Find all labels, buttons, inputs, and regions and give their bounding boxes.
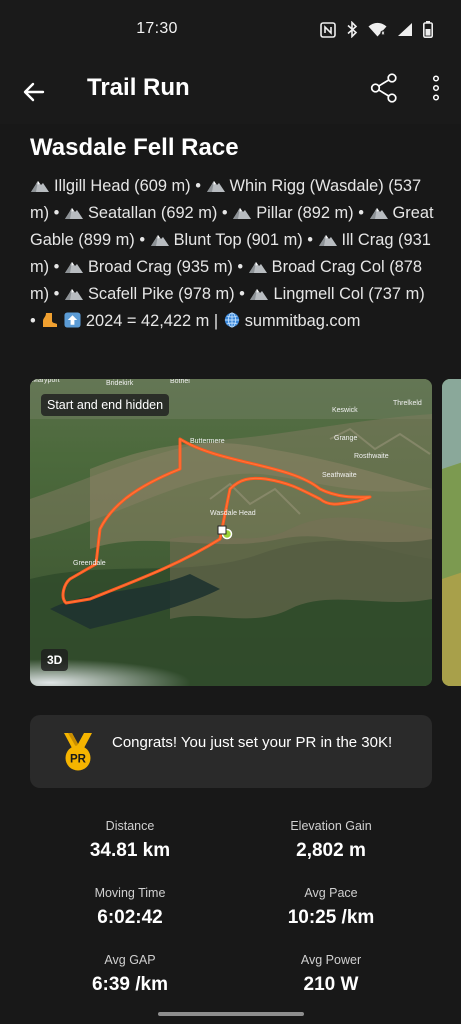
status-time: 17:30 <box>136 20 178 37</box>
place-label: Maryport <box>32 379 60 384</box>
description-segment: summitbag.com <box>223 312 361 330</box>
stat-value: 6:39 /km <box>91 974 169 995</box>
battery-icon <box>423 21 433 38</box>
3d-button[interactable]: 3D <box>41 649 69 671</box>
description-text: Illgill Head (609 m) • <box>54 177 206 195</box>
stat-label: Distance <box>105 819 155 833</box>
nfc-icon <box>320 21 336 38</box>
stat-value: 210 W <box>303 974 359 995</box>
stat-label: Elevation Gain <box>290 819 372 833</box>
description-text: Seatallan (692 m) • <box>87 204 233 222</box>
signal-icon <box>397 22 413 37</box>
description-segment: Broad Crag (935 m) • <box>64 258 248 276</box>
description-text: Scafell Pike (978 m) • <box>87 285 250 303</box>
description-text: Broad Crag (935 m) • <box>87 258 248 276</box>
mountain-icon <box>64 285 88 303</box>
activity-description: Illgill Head (609 m) • Whin Rigg (Wasdal… <box>30 173 434 335</box>
stat-value: 10:25 /km <box>287 907 375 928</box>
mountain-icon <box>232 204 256 222</box>
stat-elevation-gain: Elevation Gain 2,802 m <box>231 819 431 862</box>
description-segment: Pillar (892 m) • <box>232 204 368 222</box>
description-text: 2024 = 42,422 m | <box>81 312 223 330</box>
status-bar: 17:30 <box>0 0 461 60</box>
mountain-icon <box>248 258 272 276</box>
svg-text:Buttermere: Buttermere <box>190 438 225 445</box>
stat-label: Avg Power <box>300 953 362 967</box>
stat-moving-time: Moving Time 6:02:42 <box>30 886 230 929</box>
svg-text:PR: PR <box>70 754 87 766</box>
activity-title: Wasdale Fell Race <box>30 134 239 161</box>
description-text: Blunt Top (901 m) • <box>173 231 318 249</box>
description-segment: 2024 = 42,422 m | <box>40 312 222 330</box>
more-options-button[interactable] <box>416 68 456 108</box>
map-terrain: Maryport Bridekirk Bothel Threlkeld Kesw… <box>30 379 432 686</box>
description-segment: Illgill Head (609 m) • <box>30 177 206 195</box>
foot-icon <box>40 312 64 330</box>
svg-text:Greendale: Greendale <box>73 560 106 567</box>
pr-message: Congrats! You just set your PR in the 30… <box>112 734 393 751</box>
stat-value: 2,802 m <box>296 840 366 861</box>
globe-icon <box>223 312 245 330</box>
arrow-up-icon <box>64 312 81 330</box>
mountain-icon <box>369 204 393 222</box>
medal-icon: PR <box>64 733 92 771</box>
share-icon <box>370 73 397 103</box>
arrow-left-icon <box>23 82 45 102</box>
mountain-icon <box>318 231 342 249</box>
route-map[interactable]: Maryport Bridekirk Bothel Threlkeld Kesw… <box>30 379 432 686</box>
wifi-icon <box>368 22 387 37</box>
app-bar: Trail Run <box>0 60 461 124</box>
svg-text:Rosthwaite: Rosthwaite <box>354 453 389 460</box>
svg-text:Keswick: Keswick <box>332 407 358 414</box>
stat-avg-power: Avg Power 210 W <box>231 953 431 996</box>
stat-value: 34.81 km <box>89 840 171 861</box>
svg-text:Bridekirk: Bridekirk <box>106 380 134 387</box>
bluetooth-icon <box>346 21 358 38</box>
stat-value: 6:02:42 <box>97 907 163 928</box>
back-button[interactable] <box>14 72 54 112</box>
svg-text:Grange: Grange <box>334 435 357 442</box>
stat-avg-gap: Avg GAP 6:39 /km <box>30 953 230 996</box>
stat-avg-pace: Avg Pace 10:25 /km <box>231 886 431 929</box>
svg-text:Bothel: Bothel <box>170 379 190 385</box>
mountain-icon <box>30 177 54 195</box>
mountain-icon <box>150 231 174 249</box>
more-vert-icon <box>432 75 440 101</box>
status-icons <box>320 21 433 38</box>
pr-card[interactable]: PR Congrats! You just set your PR in the… <box>30 715 432 788</box>
stat-label: Avg Pace <box>304 886 358 900</box>
stat-distance: Distance 34.81 km <box>30 819 230 862</box>
mountain-icon <box>249 285 273 303</box>
share-button[interactable] <box>364 68 404 108</box>
page-title: Trail Run <box>87 74 190 101</box>
home-indicator[interactable] <box>158 1012 304 1016</box>
summitbag-link[interactable]: summitbag.com <box>245 312 361 330</box>
svg-text:Seathwaite: Seathwaite <box>322 472 357 479</box>
mountain-icon <box>206 177 230 195</box>
mountain-icon <box>64 204 88 222</box>
svg-text:Threlkeld: Threlkeld <box>393 400 422 407</box>
stat-label: Avg GAP <box>104 953 156 967</box>
activity-content: Wasdale Fell Race Illgill Head (609 m) •… <box>0 124 461 1024</box>
start-end-hidden-badge: Start and end hidden <box>41 394 170 416</box>
svg-text:Wasdale Head: Wasdale Head <box>210 510 256 517</box>
description-segment: Seatallan (692 m) • <box>64 204 232 222</box>
description-segment: Scafell Pike (978 m) • <box>64 285 250 303</box>
mountain-icon <box>64 258 88 276</box>
description-segment: Blunt Top (901 m) • <box>150 231 318 249</box>
description-text: Pillar (892 m) • <box>256 204 369 222</box>
stat-label: Moving Time <box>94 886 166 900</box>
next-photo-thumbnail[interactable] <box>442 379 461 686</box>
finish-marker <box>217 525 227 535</box>
